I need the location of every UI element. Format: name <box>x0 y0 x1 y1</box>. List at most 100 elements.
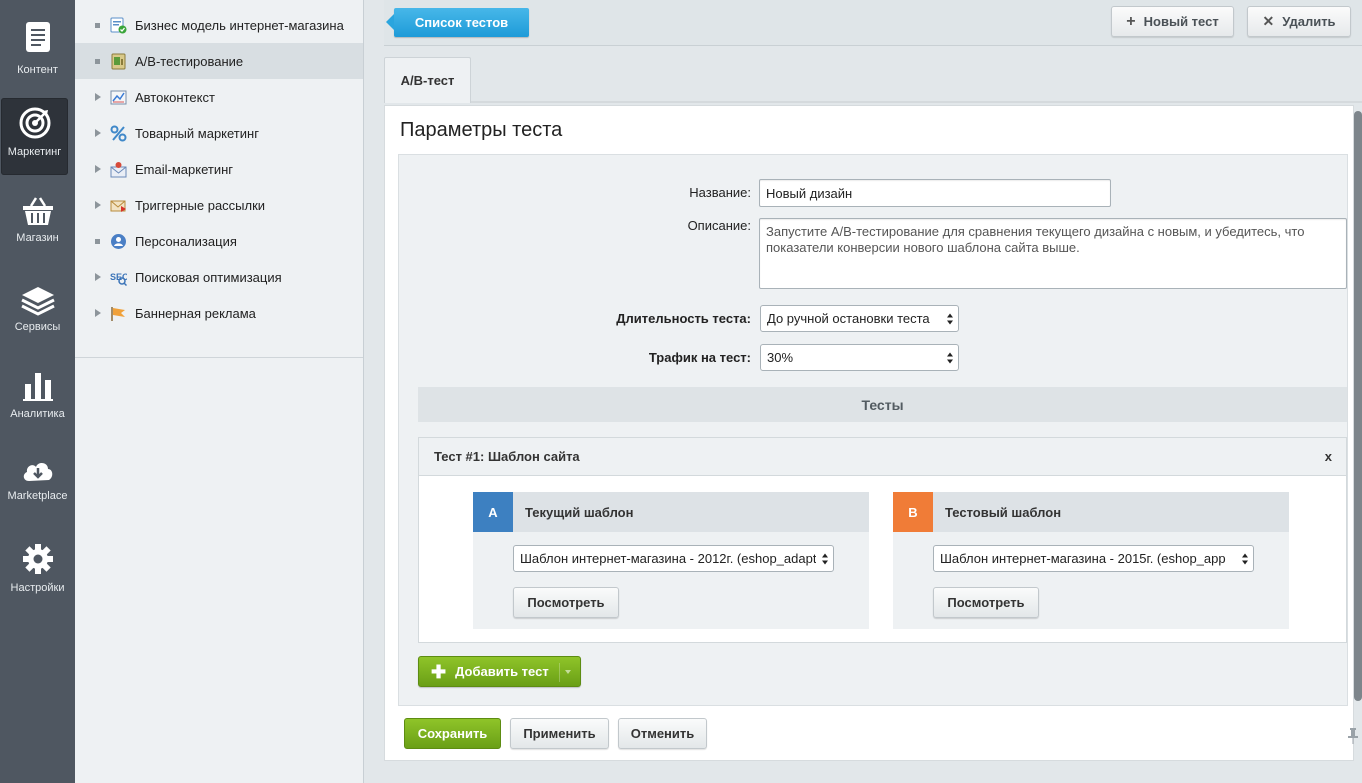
email-icon <box>110 161 127 178</box>
submenu-item-label: Баннерная реклама <box>135 305 256 321</box>
tests-list-button[interactable]: Список тестов <box>386 8 529 37</box>
submenu-item-label: Товарный маркетинг <box>135 125 259 141</box>
new-test-label: Новый тест <box>1143 14 1219 29</box>
tests-section-header: Тесты <box>418 387 1347 422</box>
save-button[interactable]: Сохранить <box>404 718 501 749</box>
main-content: Список тестов + Новый тест ✕ Удалить A/B… <box>384 0 1362 783</box>
variant-a-template-select[interactable]: Шаблон интернет-магазина - 2012г. (eshop… <box>513 545 834 572</box>
tab-ab-test[interactable]: A/B-тест <box>384 57 471 103</box>
view-label: Посмотреть <box>947 595 1025 610</box>
rail-label: Аналитика <box>10 408 65 420</box>
variant-a-badge: A <box>473 492 513 532</box>
tab-strip: A/B-тест <box>384 46 1362 103</box>
variant-b-view-button[interactable]: Посмотреть <box>933 587 1039 618</box>
traffic-select[interactable]: 30% <box>760 344 959 371</box>
variant-a-view-button[interactable]: Посмотреть <box>513 587 619 618</box>
rail-item-content[interactable]: Контент <box>0 10 75 88</box>
document-icon <box>21 20 55 54</box>
rail-item-analytics[interactable]: Аналитика <box>0 362 75 440</box>
variant-a: A Текущий шаблон Шаблон интернет-магазин… <box>473 492 869 629</box>
delete-button[interactable]: ✕ Удалить <box>1247 6 1351 37</box>
rail-item-shop[interactable]: Магазин <box>0 186 75 264</box>
test-card-title: Тест #1: Шаблон сайта <box>434 449 580 464</box>
submenu-item-ab-testing[interactable]: A/B-тестирование <box>75 43 363 79</box>
target-icon <box>18 106 52 140</box>
variant-b-template-value: Шаблон интернет-магазина - 2015г. (eshop… <box>940 551 1226 566</box>
new-test-button[interactable]: + Новый тест <box>1111 6 1234 37</box>
variant-b-title: Тестовый шаблон <box>945 504 1062 520</box>
apply-label: Применить <box>523 726 596 741</box>
variant-b-template-select[interactable]: Шаблон интернет-магазина - 2015г. (eshop… <box>933 545 1254 572</box>
seo-icon: SEO <box>110 269 127 286</box>
personalization-icon <box>110 233 127 250</box>
submenu-item-email-marketing[interactable]: Email-маркетинг <box>75 151 363 187</box>
scrollbar[interactable] <box>1354 105 1362 705</box>
submenu-item-personalization[interactable]: Персонализация <box>75 223 363 259</box>
name-label: Название: <box>689 185 751 200</box>
duration-select[interactable]: До ручной остановки теста <box>760 305 959 332</box>
variant-b: B Тестовый шаблон Шаблон интернет-магази… <box>893 492 1289 629</box>
remove-test-button[interactable]: x <box>1325 449 1332 464</box>
tests-list-label: Список тестов <box>414 15 509 30</box>
submenu-item-label: A/B-тестирование <box>135 53 244 69</box>
submenu-item-product-marketing[interactable]: Товарный маркетинг <box>75 115 363 151</box>
rail-item-settings[interactable]: Настройки <box>0 538 75 616</box>
rail-label: Настройки <box>10 582 65 594</box>
form-area: Название: Новый дизайн Описание: Запусти… <box>398 154 1348 706</box>
name-input[interactable]: Новый дизайн <box>759 179 1111 207</box>
save-label: Сохранить <box>417 726 488 741</box>
submenu-item-label: Поисковая оптимизация <box>135 269 282 285</box>
description-textarea[interactable]: Запустите A/B-тестирование для сравнения… <box>759 218 1347 289</box>
submenu-item-banner-ads[interactable]: Баннерная реклама <box>75 295 363 331</box>
variant-b-badge: B <box>893 492 933 532</box>
submenu-item-label: Персонализация <box>135 233 237 249</box>
tab-label: A/B-тест <box>400 73 455 88</box>
scrollbar-thumb[interactable] <box>1354 111 1362 701</box>
plus-icon: + <box>1126 12 1136 30</box>
add-test-button[interactable]: ✚ Добавить тест <box>418 656 581 687</box>
select-arrows-icon <box>1242 553 1249 564</box>
rail-label: Магазин <box>16 232 59 244</box>
select-arrows-icon <box>822 553 829 564</box>
chevron-down-icon[interactable] <box>565 670 571 674</box>
submenu-item-trigger-mailings[interactable]: Триггерные рассылки <box>75 187 363 223</box>
traffic-label: Трафик на тест: <box>648 350 751 365</box>
select-arrows-icon <box>947 352 954 363</box>
duration-value: До ручной остановки теста <box>767 311 930 326</box>
submenu-item-business-model[interactable]: Бизнес модель интернет-магазина <box>75 7 363 43</box>
submenu-item-label: Email-маркетинг <box>135 161 234 177</box>
marketing-submenu: Бизнес модель интернет-магазина A/B-тест… <box>75 0 364 783</box>
plus-icon: ✚ <box>431 661 447 682</box>
ab-test-icon <box>110 53 127 70</box>
rail-item-marketing[interactable]: Маркетинг <box>1 98 68 175</box>
rail-label: Маркетинг <box>7 146 62 158</box>
bar-chart-icon <box>21 369 55 403</box>
traffic-value: 30% <box>767 350 794 365</box>
autocontext-icon <box>110 89 127 106</box>
cancel-button[interactable]: Отменить <box>618 718 707 749</box>
rail-item-services[interactable]: Сервисы <box>0 276 75 354</box>
rail-item-marketplace[interactable]: Marketplace <box>0 448 75 526</box>
trigger-mail-icon <box>110 197 127 214</box>
rail-label: Сервисы <box>14 321 61 333</box>
submenu-item-label: Автоконтекст <box>135 89 215 105</box>
basket-icon <box>21 194 55 228</box>
toolbar: Список тестов + Новый тест ✕ Удалить <box>384 0 1362 46</box>
test-card: Тест #1: Шаблон сайта x A Текущий шаблон… <box>418 437 1347 643</box>
apply-button[interactable]: Применить <box>510 718 609 749</box>
main-nav-rail: Контент Маркетинг Магазин Сервисы Аналит… <box>0 0 75 783</box>
variant-a-template-value: Шаблон интернет-магазина - 2012г. (eshop… <box>520 551 816 566</box>
pin-icon[interactable] <box>1347 727 1359 745</box>
submenu-item-seo[interactable]: SEO Поисковая оптимизация <box>75 259 363 295</box>
variant-a-header: A Текущий шаблон <box>473 492 869 532</box>
gear-icon <box>21 542 55 576</box>
delete-label: Удалить <box>1282 14 1336 29</box>
close-icon: ✕ <box>1262 13 1275 29</box>
page-title: Параметры теста <box>400 119 563 141</box>
variant-b-header: B Тестовый шаблон <box>893 492 1289 532</box>
description-label: Описание: <box>687 218 751 233</box>
duration-label: Длительность теста: <box>616 311 751 326</box>
submenu-item-autocontext[interactable]: Автоконтекст <box>75 79 363 115</box>
business-model-icon <box>110 17 127 34</box>
banner-flag-icon <box>110 305 127 322</box>
